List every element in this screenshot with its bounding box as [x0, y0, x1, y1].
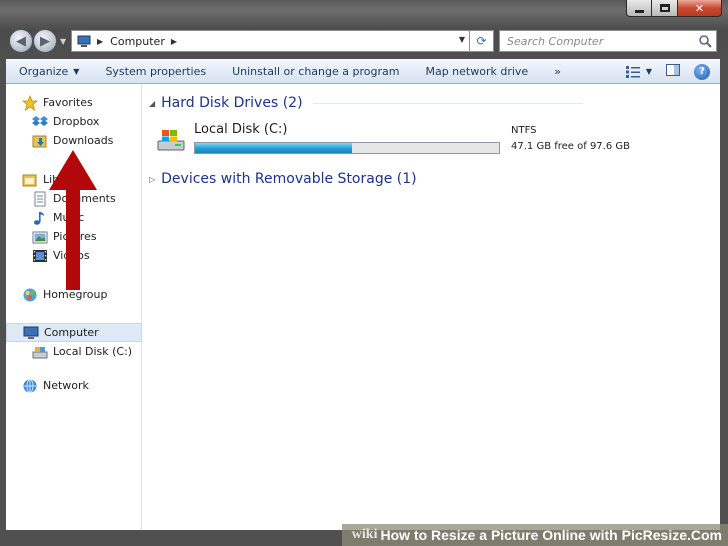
forward-button[interactable]: ▶ [33, 29, 57, 53]
caption-buttons: ✕ [626, 0, 722, 17]
watermark-title: How to Resize a Picture Online with PicR… [380, 527, 722, 543]
downloads-folder-icon [32, 133, 48, 149]
toolbar-overflow-button[interactable]: » [541, 59, 574, 84]
help-icon[interactable]: ? [694, 63, 710, 80]
system-properties-button[interactable]: System properties [92, 59, 219, 84]
back-button[interactable]: ◀ [9, 29, 33, 53]
content-area: Favorites Dropbox Downloads Libraries Do… [6, 84, 720, 530]
dropbox-icon [32, 114, 48, 130]
expand-triangle-icon[interactable]: ▷ [149, 175, 155, 184]
uninstall-program-label: Uninstall or change a program [232, 64, 400, 78]
organize-label: Organize [19, 64, 69, 78]
sidebar-item-pictures[interactable]: Pictures [6, 227, 142, 246]
sidebar-item-documents[interactable]: Documents [6, 189, 142, 208]
sidebar-item-label: Computer [44, 326, 99, 339]
sidebar-item-label: Local Disk (C:) [53, 345, 133, 358]
group-header-label: Devices with Removable Storage (1) [161, 171, 417, 187]
drive-local-disk-c[interactable]: Local Disk (C:) NTFS 47.1 GB free of 97.… [157, 122, 717, 158]
documents-icon [32, 191, 48, 207]
search-icon[interactable] [698, 34, 712, 48]
view-options-dropdown-icon[interactable]: ▼ [646, 67, 652, 76]
sidebar-item-libraries[interactable]: Libraries [6, 170, 142, 189]
sidebar-item-label: Network [43, 379, 89, 392]
sidebar-item-music[interactable]: Music [6, 208, 142, 227]
map-network-drive-label: Map network drive [425, 64, 529, 78]
sidebar-item-label: Favorites [43, 96, 93, 109]
overflow-label: » [554, 64, 561, 78]
minimize-icon [634, 9, 644, 13]
maximize-icon [659, 4, 670, 12]
wikihow-watermark: wiki How to Resize a Picture Online with… [341, 524, 728, 546]
sidebar-item-label: Downloads [53, 134, 114, 147]
organize-button[interactable]: Organize ▼ [6, 59, 92, 84]
drive-free-space: 47.1 GB free of 97.6 GB [511, 141, 630, 152]
breadcrumb-computer[interactable]: Computer [110, 35, 165, 48]
sidebar-item-favorites[interactable]: Favorites [6, 93, 142, 112]
search-input[interactable]: Search Computer [499, 30, 717, 52]
recent-pages-dropdown-icon[interactable]: ▼ [60, 37, 66, 46]
disk-usage-fill [195, 143, 353, 153]
main-pane: ◢ Hard Disk Drives (2) Local Disk (C:) N… [143, 84, 720, 530]
music-icon [32, 210, 48, 226]
explorer-window: ✕ ◀ ▶ ▼ ▶ Computer ▶ ▼ ⟳ Search Computer… [0, 0, 728, 546]
sidebar-item-label: Videos [53, 249, 90, 262]
chevron-down-icon: ▼ [73, 66, 80, 76]
preview-pane-icon[interactable] [666, 64, 680, 79]
group-header-hard-disk-drives[interactable]: ◢ Hard Disk Drives (2) [149, 93, 583, 113]
watermark-brand: wiki [351, 527, 378, 542]
sidebar-item-label: Homegroup [43, 288, 108, 301]
group-divider [312, 102, 583, 104]
breadcrumb-separator-icon[interactable]: ▶ [171, 37, 177, 46]
minimize-button[interactable] [626, 0, 652, 17]
address-dropdown-icon[interactable]: ▼ [459, 35, 465, 44]
close-icon: ✕ [694, 1, 705, 15]
sidebar-item-homegroup[interactable]: Homegroup [6, 285, 142, 304]
change-view-icon[interactable] [625, 65, 640, 78]
pictures-icon [32, 229, 48, 245]
refresh-button[interactable]: ⟳ [470, 30, 494, 52]
forward-arrow-icon: ▶ [40, 33, 50, 49]
sidebar-item-label: Libraries [43, 173, 91, 186]
hard-drive-icon [32, 344, 48, 360]
disk-usage-bar [194, 142, 500, 154]
sidebar-item-label: Documents [53, 192, 116, 205]
videos-icon [32, 248, 48, 264]
sidebar-item-label: Pictures [53, 230, 97, 243]
sidebar-item-network[interactable]: Network [6, 376, 142, 395]
star-icon [21, 94, 39, 111]
sidebar-item-downloads[interactable]: Downloads [6, 131, 142, 150]
command-bar: Organize ▼ System properties Uninstall o… [6, 59, 720, 84]
libraries-icon [22, 172, 38, 188]
sidebar-item-videos[interactable]: Videos [6, 246, 142, 265]
navigation-bar: ◀ ▶ ▼ ▶ Computer ▶ ▼ ⟳ Search Computer [0, 24, 728, 56]
breadcrumb-separator-icon[interactable]: ▶ [97, 37, 103, 46]
navigation-pane: Favorites Dropbox Downloads Libraries Do… [6, 84, 142, 530]
collapse-triangle-icon[interactable]: ◢ [149, 99, 155, 108]
sidebar-item-local-disk[interactable]: Local Disk (C:) [6, 342, 142, 361]
drive-name: Local Disk (C:) [194, 122, 288, 137]
network-icon [22, 378, 38, 394]
address-bar[interactable]: ▶ Computer ▶ ▼ [71, 30, 470, 52]
system-properties-label: System properties [105, 64, 207, 78]
command-bar-right: ▼ ? [625, 59, 710, 84]
refresh-icon: ⟳ [476, 34, 487, 48]
sidebar-item-label: Music [53, 211, 85, 224]
sidebar-item-label: Dropbox [53, 115, 100, 128]
computer-icon [77, 35, 91, 47]
back-arrow-icon: ◀ [16, 33, 26, 49]
uninstall-program-button[interactable]: Uninstall or change a program [219, 59, 412, 84]
sidebar-item-computer[interactable]: Computer [6, 323, 142, 342]
group-header-removable-storage[interactable]: ▷ Devices with Removable Storage (1) [149, 169, 427, 189]
computer-icon [23, 325, 39, 341]
close-button[interactable]: ✕ [678, 0, 722, 17]
hard-drive-icon [157, 127, 187, 153]
sidebar-item-dropbox[interactable]: Dropbox [6, 112, 142, 131]
search-placeholder: Search Computer [507, 34, 604, 48]
drive-filesystem: NTFS [511, 125, 537, 136]
homegroup-icon [22, 287, 38, 303]
map-network-drive-button[interactable]: Map network drive [412, 59, 541, 84]
maximize-button[interactable] [652, 0, 678, 17]
group-header-label: Hard Disk Drives (2) [161, 95, 303, 111]
